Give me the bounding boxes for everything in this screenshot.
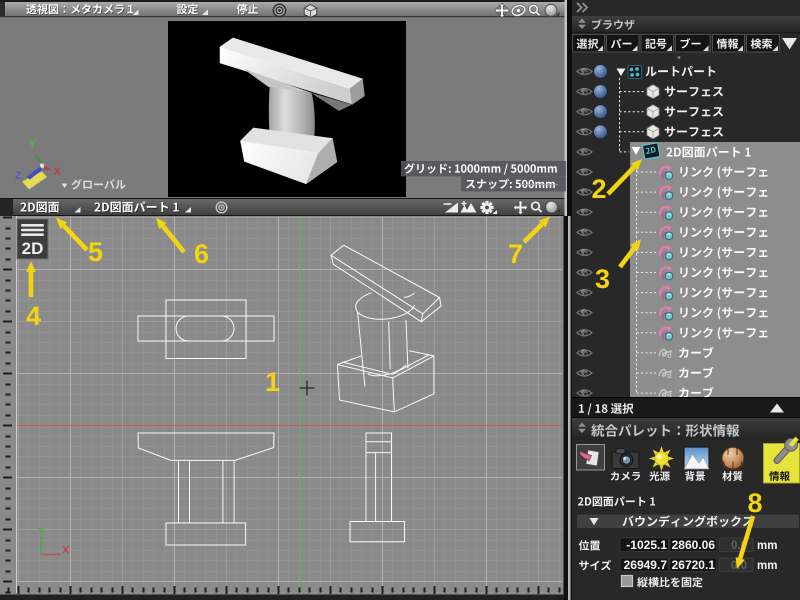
svg-text:2860.06: 2860.06 xyxy=(672,538,716,552)
svg-text:7: 7 xyxy=(508,239,523,269)
svg-text:2: 2 xyxy=(591,174,606,204)
svg-text:mm: mm xyxy=(757,540,777,552)
svg-text:4: 4 xyxy=(26,301,41,331)
svg-text:26720.1: 26720.1 xyxy=(672,558,716,572)
svg-text:1: 1 xyxy=(265,367,280,397)
svg-text:mm: mm xyxy=(757,560,777,572)
svg-text:6: 6 xyxy=(194,239,209,269)
svg-text:-1025.1: -1025.1 xyxy=(626,538,667,552)
svg-text:X: X xyxy=(54,166,62,178)
svg-text:8: 8 xyxy=(747,488,762,518)
svg-text:5: 5 xyxy=(88,237,103,267)
svg-text:26949.7: 26949.7 xyxy=(624,558,668,572)
svg-text:X: X xyxy=(62,545,70,557)
svg-text:3: 3 xyxy=(595,264,610,294)
svg-text:2D: 2D xyxy=(22,239,44,258)
svg-text:Z: Z xyxy=(15,170,22,182)
svg-text:Y: Y xyxy=(29,139,37,151)
svg-text:Y: Y xyxy=(38,526,46,538)
